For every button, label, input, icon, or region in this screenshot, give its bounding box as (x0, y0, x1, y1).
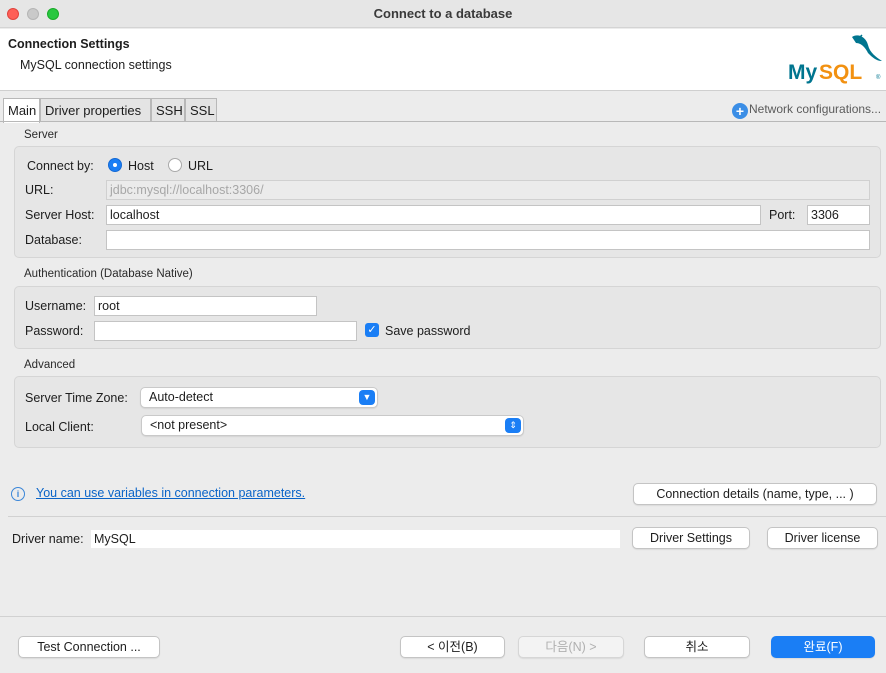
driver-settings-button[interactable]: Driver Settings (632, 527, 750, 549)
network-configurations-label: Network configurations... (749, 102, 882, 116)
server-host-label: Server Host: (25, 208, 95, 222)
next-button[interactable]: 다음(N) > (518, 636, 624, 658)
tab-main[interactable]: Main (3, 98, 40, 123)
timezone-label: Server Time Zone: (25, 391, 128, 405)
add-icon: + (732, 103, 748, 119)
cancel-button[interactable]: 취소 (644, 636, 750, 658)
database-input[interactable] (106, 230, 870, 250)
auth-group-label: Authentication (Database Native) (24, 268, 193, 280)
connect-by-label: Connect by: (27, 159, 94, 173)
username-label: Username: (25, 299, 87, 313)
port-label: Port: (769, 208, 796, 222)
svg-text:®: ® (876, 74, 881, 81)
driver-name-input[interactable]: MySQL (90, 529, 621, 549)
header-subtitle: MySQL connection settings (20, 58, 172, 72)
server-group-label: Server (24, 129, 58, 141)
timezone-value: Auto-detect (149, 390, 213, 404)
connection-details-button[interactable]: Connection details (name, type, ... ) (633, 483, 877, 505)
url-input[interactable]: jdbc:mysql://localhost:3306/ (106, 180, 870, 200)
password-input[interactable] (94, 321, 357, 341)
test-connection-button[interactable]: Test Connection ... (18, 636, 160, 658)
save-password-label: Save password (385, 324, 471, 338)
tab-ssh[interactable]: SSH (151, 98, 185, 122)
advanced-group-label: Advanced (24, 359, 76, 371)
chevron-down-icon: ▼ (359, 390, 375, 405)
username-input[interactable]: root (94, 296, 317, 316)
tab-divider (0, 121, 886, 122)
svg-text:SQL: SQL (819, 61, 862, 84)
tab-ssl[interactable]: SSL (185, 98, 217, 122)
window-title: Connect to a database (373, 6, 513, 21)
host-radio[interactable] (108, 158, 122, 172)
password-label: Password: (25, 324, 84, 338)
save-password-checkbox[interactable]: ✓ (365, 323, 379, 337)
url-radio[interactable] (168, 158, 182, 172)
updown-chevron-icon: ⇕ (505, 418, 521, 433)
mysql-logo: My SQL ® (786, 31, 886, 87)
header-title: Connection Settings (8, 37, 130, 51)
variables-help-link[interactable]: You can use variables in connection para… (36, 486, 305, 500)
port-input[interactable]: 3306 (807, 205, 870, 225)
divider (8, 516, 886, 517)
driver-license-button[interactable]: Driver license (767, 527, 878, 549)
host-radio-label: Host (128, 159, 154, 173)
local-client-value: <not present> (150, 418, 228, 432)
svg-text:My: My (788, 61, 817, 84)
timezone-select[interactable]: Auto-detect ▼ (140, 387, 378, 408)
server-host-input[interactable]: localhost (106, 205, 761, 225)
info-icon: i (11, 487, 25, 501)
driver-name-label: Driver name: (12, 532, 84, 546)
tab-driver-properties[interactable]: Driver properties (40, 98, 151, 122)
back-button[interactable]: < 이전(B) (400, 636, 505, 658)
footer-divider (0, 616, 886, 617)
url-radio-label: URL (188, 159, 214, 173)
url-label: URL: (25, 183, 54, 197)
finish-button[interactable]: 완료(F) (771, 636, 875, 658)
settings-header: Connection Settings MySQL connection set… (0, 29, 886, 91)
local-client-label: Local Client: (25, 420, 94, 434)
network-configurations-link[interactable]: + Network configurations... (732, 102, 881, 119)
local-client-select[interactable]: <not present> ⇕ (141, 415, 524, 436)
database-label: Database: (25, 233, 82, 247)
